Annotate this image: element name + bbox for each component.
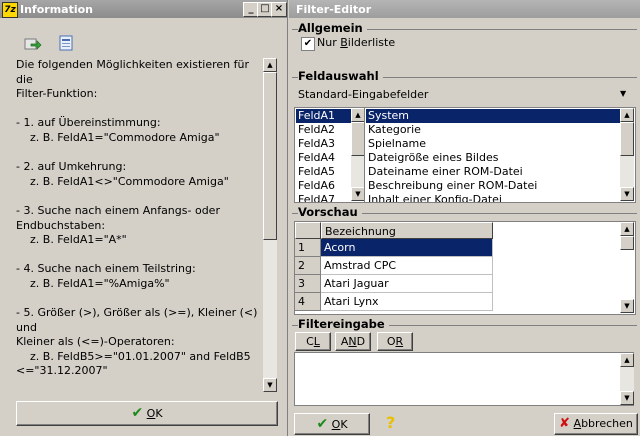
info-window-title: Information (20, 3, 93, 16)
information-window: 7z Information _ □ × Die folgenden Mögli… (0, 0, 288, 436)
vorschau-heading: Vorschau (298, 205, 362, 219)
preview-row-name[interactable]: Atari Jaguar (321, 275, 493, 293)
info-line: Kleiner als (<=)-Operatoren: (16, 335, 175, 349)
info-scrollbar[interactable]: ▲ ▼ (263, 58, 277, 392)
field-scroll-down[interactable]: ▼ (351, 187, 365, 201)
row-number[interactable]: 4 (295, 293, 321, 311)
field-scroll-thumb[interactable] (351, 122, 365, 156)
info-line (16, 189, 262, 204)
row-number[interactable]: 1 (295, 239, 321, 257)
info-line: Endbuchstaben: (16, 218, 106, 232)
field-description-item[interactable]: Dateigröße eines Bildes (366, 151, 620, 165)
preview-row-name[interactable]: Amstrad CPC (321, 257, 493, 275)
document-icon[interactable] (57, 35, 75, 51)
filter-scroll-down[interactable]: ▼ (620, 391, 634, 405)
preview-scroll-up[interactable]: ▲ (620, 222, 634, 236)
allgemein-heading: Allgemein (298, 21, 367, 35)
filter-window-title: Filter-Editor (296, 3, 372, 16)
info-line (16, 146, 262, 161)
row-number[interactable]: 3 (295, 275, 321, 293)
feldauswahl-heading: Feldauswahl (298, 69, 383, 83)
filtereingabe-heading: Filtereingabe (298, 317, 389, 331)
desc-list-scrollbar[interactable]: ▲ ▼ (620, 108, 634, 201)
preview-row-name[interactable]: Acorn (321, 239, 493, 257)
field-description-item[interactable]: Dateiname einer ROM-Datei (366, 165, 620, 179)
filter-editor-window: Filter-Editor Allgemein ✔ Nur Bilderlist… (289, 0, 640, 436)
info-line: - 3. Suche nach einem Anfangs- oder (16, 203, 220, 217)
check-icon: ✔ (131, 405, 144, 421)
field-description-item[interactable]: Kategorie (366, 123, 620, 137)
info-line: Wenn Sie nur nach einem Spielnamen filte… (16, 394, 262, 396)
info-line (16, 379, 262, 394)
ok-label-rest: K (155, 407, 163, 420)
and-button[interactable]: AND (335, 332, 371, 351)
field-description-item[interactable]: Inhalt einer Konfig-Datei (366, 193, 620, 202)
preview-grid[interactable]: Bezeichnung 1 Acorn 2 Amstrad CPC 3 Atari Jag… (294, 221, 636, 315)
field-type-dropdown-value[interactable]: Standard-Eingabefelder (298, 88, 428, 101)
info-line: z. B. FeldA1="Commodore Amiga" (16, 130, 220, 144)
help-icon[interactable]: ? (386, 413, 395, 432)
info-line: z. B. FeldB5>="01.01.2007" and FeldB5 (16, 349, 251, 363)
info-text: Die folgenden Möglichkeiten existieren f… (16, 58, 262, 396)
check-icon: ✔ (316, 416, 329, 432)
field-description-item[interactable]: Beschreibung einer ROM-Datei (366, 179, 620, 193)
column-header-bezeichnung[interactable]: Bezeichnung (321, 222, 493, 239)
preview-scroll-thumb[interactable] (620, 236, 634, 250)
scroll-up-button[interactable]: ▲ (263, 58, 277, 72)
info-line: - 5. Größer (>), Größer als (>=), Kleine… (16, 306, 261, 334)
copy-arrow-icon[interactable] (24, 36, 42, 52)
info-line: z. B. FeldA1="A*" (16, 233, 127, 247)
info-line: z. B. FeldA1="%Amiga%" (16, 276, 170, 290)
field-description-list[interactable]: System Kategorie Spielname Dateigröße eines… (364, 107, 636, 203)
info-line: Die folgenden Möglichkeiten existieren f… (16, 58, 253, 86)
scroll-down-button[interactable]: ▼ (263, 378, 277, 392)
field-list-item[interactable]: FeldA1 (296, 109, 352, 123)
filter-titlebar: Filter-Editor (289, 0, 640, 18)
or-button[interactable]: OR (377, 332, 413, 351)
field-list-item[interactable]: FeldA3 (296, 137, 352, 151)
cancel-button[interactable]: ✘ Abbrechen (554, 413, 638, 435)
field-description-item[interactable]: Spielname (366, 137, 620, 151)
info-line: z. B. FeldA1<>"Commodore Amiga" (16, 174, 229, 188)
filter-scroll-up[interactable]: ▲ (620, 353, 634, 367)
desc-scroll-thumb[interactable] (620, 122, 634, 156)
only-images-label: Nur Bilderliste (317, 36, 396, 49)
filter-input[interactable] (294, 352, 634, 406)
info-line: Filter-Funktion: (16, 87, 98, 101)
field-list-item[interactable]: FeldA2 (296, 123, 352, 137)
app-icon: 7z (2, 2, 18, 18)
preview-scroll-down[interactable]: ▼ (620, 299, 634, 313)
field-list-item[interactable]: FeldA4 (296, 151, 352, 165)
cl-button[interactable]: CL (295, 332, 331, 351)
field-description-item[interactable]: System (366, 109, 620, 123)
desc-scroll-down[interactable]: ▼ (620, 187, 634, 201)
info-line (16, 292, 262, 307)
filter-ok-button[interactable]: ✔ OK (294, 413, 370, 435)
info-line: <="31.12.2007" (16, 364, 108, 378)
row-number[interactable]: 2 (295, 257, 321, 275)
close-button[interactable]: × (271, 2, 287, 17)
preview-scrollbar[interactable]: ▲ ▼ (620, 222, 634, 313)
cancel-x-icon: ✘ (559, 416, 571, 431)
info-line: - 4. Suche nach einem Teilstring: (16, 262, 196, 276)
info-line: - 2. auf Umkehrung: (16, 160, 127, 174)
dropdown-arrow-icon[interactable]: ▼ (620, 89, 626, 98)
info-titlebar: 7z Information _ □ × (0, 0, 287, 18)
field-list-item[interactable]: FeldA5 (296, 165, 352, 179)
info-line: - 1. auf Übereinstimmung: (16, 116, 161, 130)
info-line (16, 102, 262, 117)
grid-corner (295, 222, 321, 239)
info-ok-button[interactable]: ✔ OK (16, 401, 278, 426)
only-images-checkbox[interactable]: ✔ (301, 37, 315, 51)
field-list-scrollbar[interactable]: ▲ ▼ (351, 108, 365, 201)
field-list-item[interactable]: FeldA6 (296, 179, 352, 193)
scroll-thumb[interactable] (263, 72, 277, 240)
desc-scroll-up[interactable]: ▲ (620, 108, 634, 122)
info-line (16, 248, 262, 263)
filter-input-scrollbar[interactable]: ▲ ▼ (620, 353, 634, 405)
preview-row-name[interactable]: Atari Lynx (321, 293, 493, 311)
field-scroll-up[interactable]: ▲ (351, 108, 365, 122)
field-list-item[interactable]: FeldA7 (296, 193, 352, 202)
